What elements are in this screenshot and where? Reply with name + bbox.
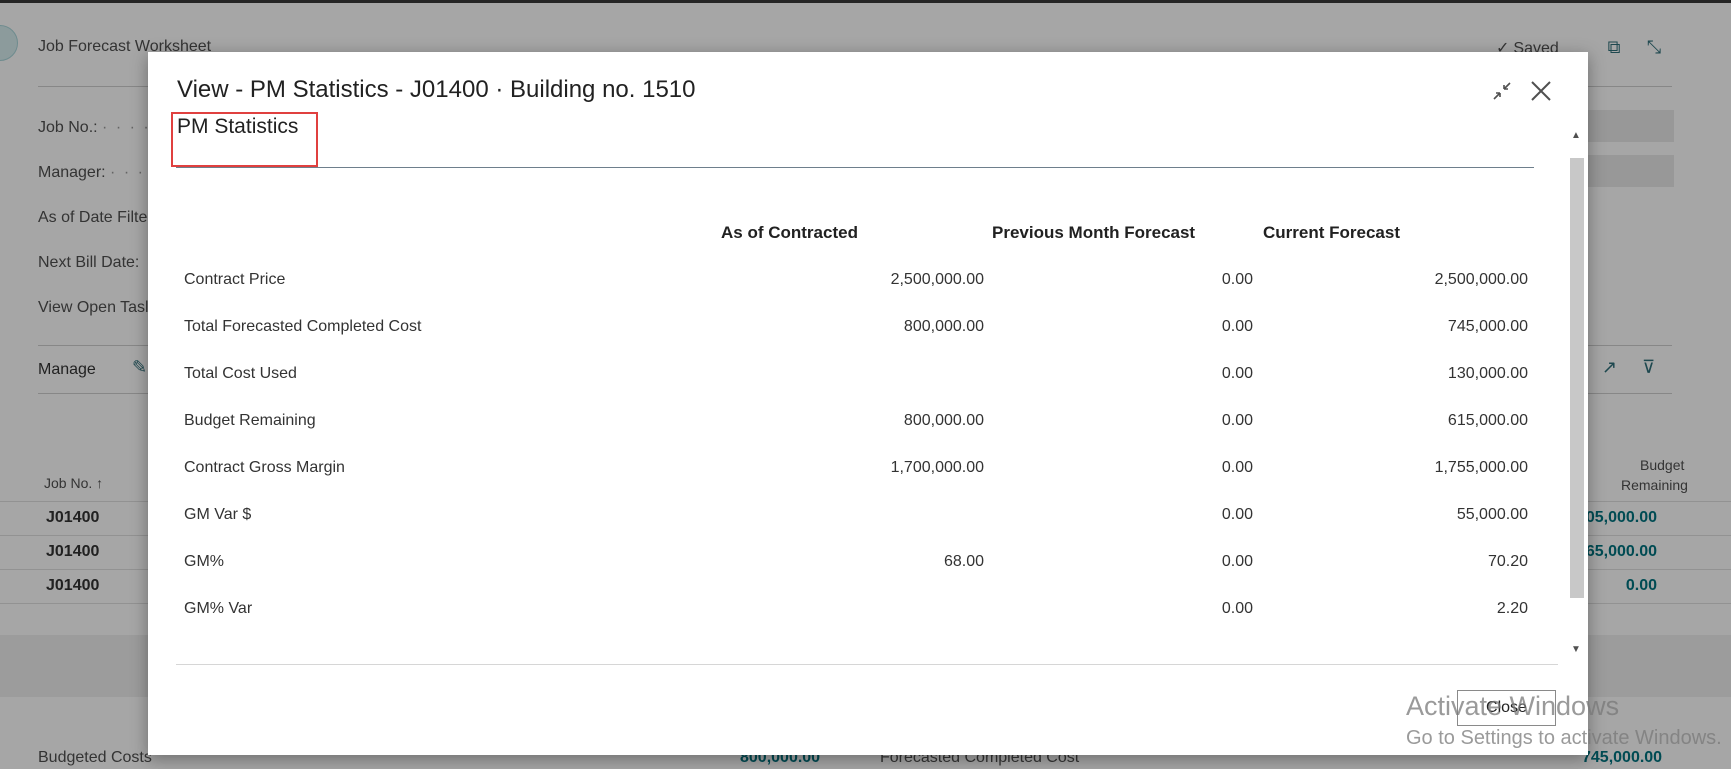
row-total-cost-used-label: Total Cost Used [184,365,297,382]
dialog-title: View - PM Statistics - J01400 · Building… [177,76,696,103]
budget-remaining-contracted: 800,000.00 [903,412,984,429]
contract-price-previous: 0.00 [1221,271,1253,288]
scroll-down-arrow-icon[interactable]: ▼ [1571,644,1581,655]
row-contract-gross-margin-label: Contract Gross Margin [184,459,345,476]
total-forecasted-completed-cost-previous: 0.00 [1221,318,1253,335]
col-as-of-contracted: As of Contracted [721,223,858,242]
gm-percent-var-previous: 0.00 [1221,600,1253,617]
total-cost-used-current: 130,000.00 [1447,365,1528,382]
budget-remaining-current: 615,000.00 [1447,412,1528,429]
row-contract-price-label: Contract Price [184,271,286,288]
contract-gross-margin-previous: 0.00 [1221,459,1253,476]
gm-percent-previous: 0.00 [1221,553,1253,570]
footer-divider [176,664,1558,665]
pm-statistics-dialog: View - PM Statistics - J01400 · Building… [148,52,1588,755]
row-gm-percent-label: GM% [184,553,224,570]
contract-gross-margin-current: 1,755,000.00 [1434,459,1528,476]
contract-price-contracted: 2,500,000.00 [890,271,984,288]
total-forecasted-completed-cost-contracted: 800,000.00 [903,318,984,335]
close-icon[interactable] [1526,76,1556,106]
contract-price-current: 2,500,000.00 [1434,271,1528,288]
highlight-box [171,112,318,167]
total-forecasted-completed-cost-current: 745,000.00 [1447,318,1528,335]
col-current-forecast: Current Forecast [1263,223,1400,242]
row-gm-percent-var-label: GM% Var [184,600,253,617]
scroll-up-arrow-icon[interactable]: ▲ [1571,130,1581,141]
scroll-thumb[interactable] [1570,158,1584,598]
total-cost-used-previous: 0.00 [1221,365,1253,382]
watermark-line1: Activate Windows [1406,691,1620,721]
gm-percent-current: 70.20 [1487,553,1528,570]
vertical-scrollbar[interactable]: ▲ ▼ [1566,124,1588,664]
activate-windows-watermark: Activate Windows Go to Settings to activ… [1406,690,1722,751]
row-gm-var-dollar-label: GM Var $ [184,506,252,523]
col-previous-month-forecast: Previous Month Forecast [992,223,1196,242]
row-total-forecasted-completed-cost-label: Total Forecasted Completed Cost [184,318,422,335]
gm-var-dollar-previous: 0.00 [1221,506,1253,523]
contract-gross-margin-contracted: 1,700,000.00 [890,459,984,476]
row-budget-remaining-label: Budget Remaining [184,412,316,429]
budget-remaining-previous: 0.00 [1221,412,1253,429]
section-divider [176,167,1534,168]
watermark-line2: Go to Settings to activate Windows. [1406,726,1722,749]
gm-percent-var-current: 2.20 [1496,600,1528,617]
gm-percent-contracted: 68.00 [943,553,984,570]
collapse-icon[interactable] [1487,76,1517,106]
gm-var-dollar-current: 55,000.00 [1456,506,1528,523]
